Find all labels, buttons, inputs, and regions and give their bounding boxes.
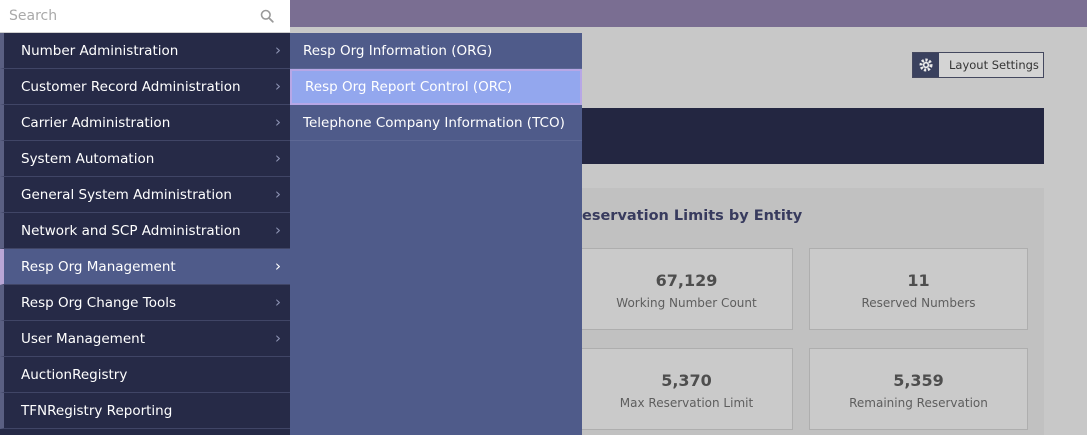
menu-item-resp-org-management[interactable]: Resp Org Management › (0, 249, 290, 285)
submenu-item-label: Resp Org Information (ORG) (303, 42, 493, 59)
chevron-right-icon: › (275, 293, 281, 311)
menu-item-label: TFNRegistry Reporting (21, 402, 173, 419)
chevron-right-icon: › (275, 149, 281, 167)
search-input[interactable] (0, 1, 255, 31)
menu-item-label: General System Administration (21, 186, 232, 203)
menu-item-label: Resp Org Change Tools (21, 294, 177, 311)
menu-item-label: Network and SCP Administration (21, 222, 241, 239)
card-reserved-numbers: 11 Reserved Numbers (809, 248, 1028, 330)
submenu-item-resp-org-information[interactable]: Resp Org Information (ORG) (290, 33, 582, 69)
submenu-item-telephone-company-information[interactable]: Telephone Company Information (TCO) (290, 105, 582, 141)
submenu-item-label: Telephone Company Information (TCO) (303, 114, 565, 131)
submenu-resp-org-management: Resp Org Information (ORG) Resp Org Repo… (290, 33, 582, 435)
menu-item-auction-registry[interactable]: AuctionRegistry (0, 357, 290, 393)
card-value: 11 (907, 271, 930, 290)
card-caption: Remaining Reservation (849, 396, 988, 410)
card-caption: Reserved Numbers (861, 296, 976, 310)
menu-item-network-scp-administration[interactable]: Network and SCP Administration › (0, 213, 290, 249)
menu-item-number-administration[interactable]: Number Administration › (0, 33, 290, 69)
submenu-item-label: Resp Org Report Control (ORC) (305, 79, 513, 95)
card-value: 5,359 (893, 371, 944, 390)
card-caption: Max Reservation Limit (619, 396, 754, 410)
card-value: 67,129 (655, 271, 718, 290)
chevron-right-icon: › (275, 257, 281, 275)
card-working-number-count: 67,129 Working Number Count (580, 248, 793, 330)
submenu-item-resp-org-report-control[interactable]: Resp Org Report Control (ORC) (290, 69, 582, 105)
chevron-right-icon: › (275, 185, 281, 203)
layout-settings-label: Layout Settings (949, 58, 1039, 72)
menu-item-tfnregistry-reporting[interactable]: TFNRegistry Reporting (0, 393, 290, 429)
menu-item-user-management[interactable]: User Management › (0, 321, 290, 357)
card-remaining-reservation: 5,359 Remaining Reservation (809, 348, 1028, 430)
chevron-right-icon: › (275, 221, 281, 239)
gear-icon (913, 53, 939, 77)
menu-item-label: System Automation (21, 150, 155, 167)
chevron-right-icon: › (275, 77, 281, 95)
page-header-band (582, 108, 1044, 164)
layout-settings-button[interactable]: Layout Settings (912, 52, 1044, 78)
main-menu: Number Administration › Customer Record … (0, 33, 290, 435)
chevron-right-icon: › (275, 41, 281, 59)
menu-item-label: Carrier Administration (21, 114, 171, 131)
menu-item-label: Resp Org Management (21, 258, 176, 275)
menu-item-label: Number Administration (21, 42, 179, 59)
search-icon[interactable] (255, 4, 279, 28)
menu-item-general-system-administration[interactable]: General System Administration › (0, 177, 290, 213)
chevron-right-icon: › (275, 329, 281, 347)
menu-item-label: AuctionRegistry (21, 366, 128, 383)
menu-item-label: Customer Record Administration (21, 78, 241, 95)
panel-title: eservation Limits by Entity (582, 208, 803, 224)
search-bar (0, 0, 290, 33)
menu-item-system-automation[interactable]: System Automation › (0, 141, 290, 177)
menu-item-resp-org-change-tools[interactable]: Resp Org Change Tools › (0, 285, 290, 321)
card-max-reservation-limit: 5,370 Max Reservation Limit (580, 348, 793, 430)
card-value: 5,370 (661, 371, 712, 390)
menu-item-customer-record-administration[interactable]: Customer Record Administration › (0, 69, 290, 105)
card-caption: Working Number Count (616, 296, 757, 310)
menu-item-carrier-administration[interactable]: Carrier Administration › (0, 105, 290, 141)
chevron-right-icon: › (275, 113, 281, 131)
menu-item-label: User Management (21, 330, 145, 347)
